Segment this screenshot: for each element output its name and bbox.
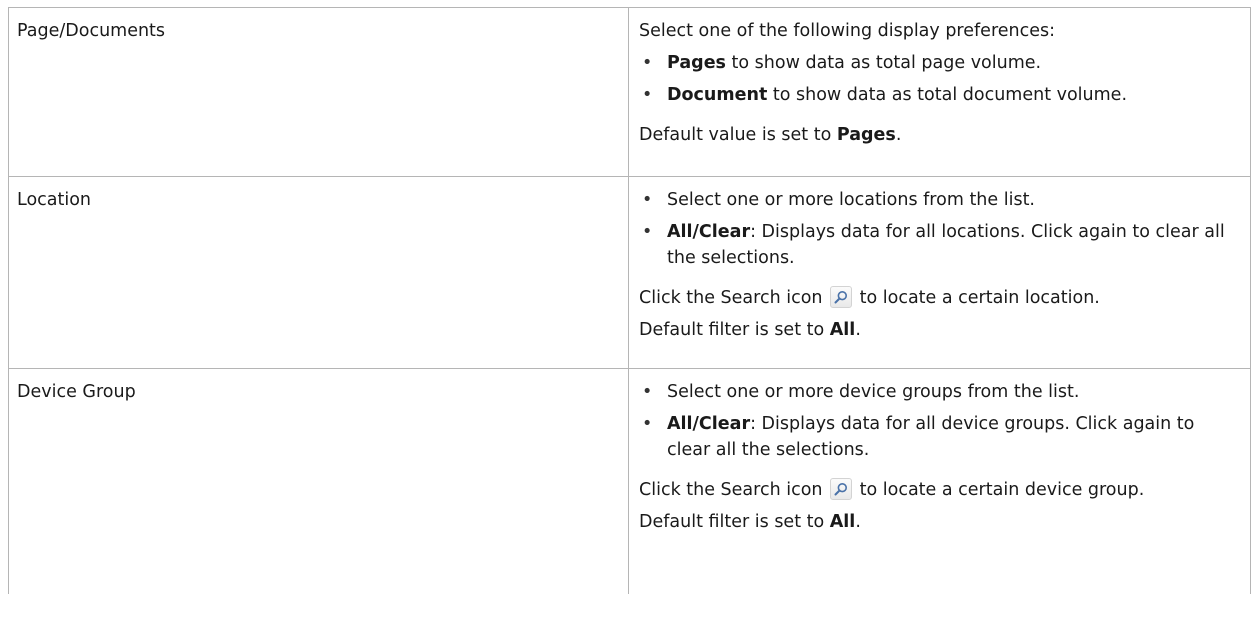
bullet-icon: • <box>642 414 653 434</box>
note-tail: . <box>855 320 861 340</box>
search-note-after: to locate a certain device group. <box>854 480 1145 500</box>
list-item: • Pages to show data as total page volum… <box>639 50 1240 76</box>
note-tail: . <box>895 125 902 145</box>
default-note: Default filter is set to All. <box>639 509 1240 535</box>
default-note: Default value is set to Pages. <box>639 122 1240 148</box>
bullet-icon: • <box>642 222 653 242</box>
bullet-list: • Select one or more device groups from … <box>639 379 1240 463</box>
bullet-icon: • <box>642 190 653 210</box>
item-text: Select one or more locations from the li… <box>667 190 1035 210</box>
search-note-before: Click the Search icon <box>639 480 829 500</box>
bullet-icon: • <box>642 53 653 73</box>
bold-term: All/Clear <box>667 222 751 242</box>
filter-options-table: Page/Documents Select one of the followi… <box>8 7 1251 594</box>
bold-term: Pages <box>667 53 726 73</box>
list-item: • All/Clear: Displays data for all devic… <box>639 411 1240 463</box>
search-note-after: to locate a certain location. <box>854 288 1100 308</box>
option-description: • Select one or more locations from the … <box>629 177 1250 343</box>
bullet-icon: • <box>642 85 653 105</box>
option-name: Device Group <box>17 382 136 402</box>
search-icon <box>830 478 853 500</box>
list-item: • Select one or more locations from the … <box>639 187 1240 213</box>
item-text: : Displays data for all locations. Click… <box>667 222 1225 268</box>
item-text: Select one or more device groups from th… <box>667 382 1080 402</box>
bold-term: All/Clear <box>667 414 751 434</box>
bullet-icon: • <box>642 382 653 402</box>
option-description: Select one of the following display pref… <box>629 8 1250 148</box>
search-icon <box>830 286 853 308</box>
bold-term: Document <box>667 85 768 105</box>
default-value: All <box>829 320 856 340</box>
list-item: • All/Clear: Displays data for all locat… <box>639 219 1240 271</box>
search-note: Click the Search icon to locate a certai… <box>639 477 1240 503</box>
bullet-list: • Select one or more locations from the … <box>639 187 1240 271</box>
default-value: All <box>829 512 856 532</box>
option-description: • Select one or more device groups from … <box>629 369 1250 535</box>
note-tail: . <box>855 512 861 532</box>
note-text: Default value is set to <box>639 125 837 145</box>
search-note: Click the Search icon to locate a certai… <box>639 285 1240 311</box>
item-text: to show data as total page volume. <box>725 53 1042 73</box>
item-text: to show data as total document volume. <box>767 85 1128 105</box>
list-item: • Document to show data as total documen… <box>639 82 1240 108</box>
note-text: Default filter is set to <box>639 512 830 532</box>
option-name: Location <box>17 190 92 210</box>
note-text: Default filter is set to <box>639 320 830 340</box>
option-name: Page/Documents <box>17 21 166 41</box>
default-value: Pages <box>836 125 896 145</box>
search-note-before: Click the Search icon <box>639 288 829 308</box>
table-row: Device Group • Select one or more device… <box>8 368 1251 594</box>
default-note: Default filter is set to All. <box>639 317 1240 343</box>
table-row: Page/Documents Select one of the followi… <box>8 7 1251 177</box>
intro-text: Select one of the following display pref… <box>639 21 1056 41</box>
list-item: • Select one or more device groups from … <box>639 379 1240 405</box>
bullet-list: • Pages to show data as total page volum… <box>639 50 1240 108</box>
table-row: Location • Select one or more locations … <box>8 176 1251 369</box>
